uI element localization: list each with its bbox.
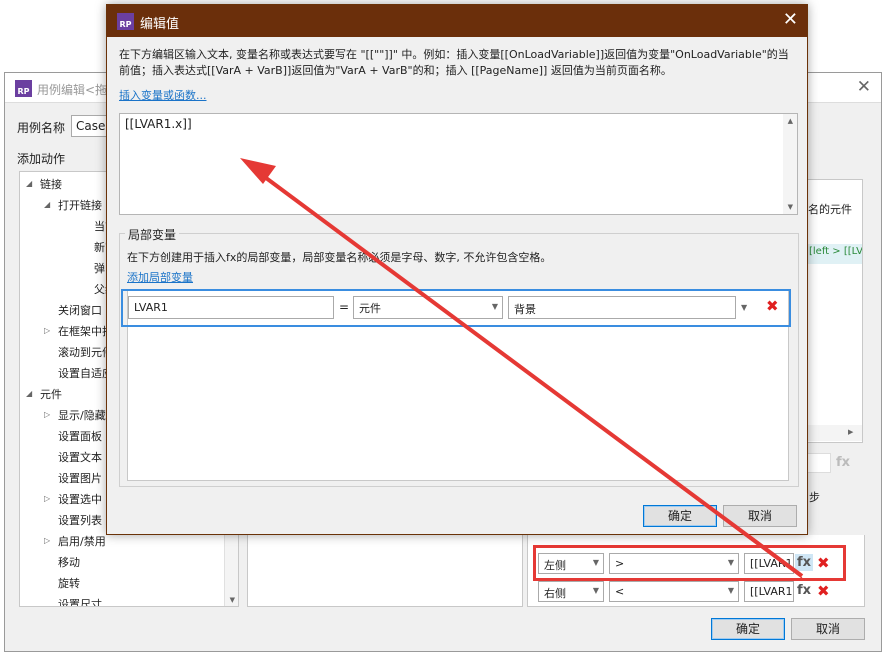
tree-item[interactable]: 设置尺寸 bbox=[58, 596, 102, 606]
chevron-down-icon: ▼ bbox=[727, 586, 734, 595]
local-variables-legend: 局部变量 bbox=[125, 226, 180, 243]
case-name-label: 用例名称 bbox=[17, 121, 66, 135]
widget-list-header: 名的元件 bbox=[808, 203, 852, 216]
add-local-variable-link[interactable]: 添加局部变量 bbox=[127, 269, 193, 285]
tree-collapsed-icon[interactable]: ▷ bbox=[44, 536, 50, 545]
tree-collapsed-icon[interactable]: ▷ bbox=[44, 326, 50, 335]
tree-expanded-icon[interactable]: ◢ bbox=[26, 389, 32, 398]
chevron-down-icon: ▼ bbox=[491, 302, 498, 311]
delete-icon[interactable]: ✖ bbox=[766, 297, 779, 315]
condition-side-select[interactable]: 右侧 ▼ bbox=[538, 581, 604, 602]
widget-list-panel[interactable] bbox=[805, 179, 863, 443]
value-input[interactable] bbox=[805, 453, 831, 473]
tree-item[interactable]: 移动 bbox=[58, 554, 80, 570]
tree-item[interactable]: 链接 bbox=[40, 176, 62, 192]
expression-text: [[LVAR1.x]] bbox=[125, 117, 192, 131]
axure-logo-icon: RP bbox=[15, 80, 32, 97]
variable-type-value: 元件 bbox=[359, 302, 381, 315]
case-editor-title: 用例编辑<拖 bbox=[37, 83, 108, 97]
chevron-down-icon: ▼ bbox=[592, 586, 599, 595]
equals-sign: = bbox=[339, 300, 350, 314]
axure-logo-icon: RP bbox=[117, 13, 134, 30]
tree-expanded-icon[interactable]: ◢ bbox=[26, 179, 32, 188]
tree-item[interactable]: 滚动到元件 bbox=[58, 344, 113, 360]
condition-operator-select[interactable]: < ▼ bbox=[609, 581, 739, 602]
tree-item[interactable]: 设置列表 bbox=[58, 512, 102, 528]
scroll-right-icon[interactable]: ▶ bbox=[848, 428, 853, 436]
tree-item[interactable]: 关闭窗口 bbox=[58, 302, 102, 318]
tree-collapsed-icon[interactable]: ▷ bbox=[44, 410, 50, 419]
horizontal-scrollbar[interactable] bbox=[806, 425, 862, 441]
close-icon[interactable]: ✕ bbox=[857, 77, 871, 97]
fx-icon[interactable]: fx bbox=[797, 583, 811, 598]
case-name-input[interactable]: Case 1 bbox=[71, 115, 111, 137]
cancel-button[interactable]: 取消 bbox=[723, 505, 797, 527]
dialog-description: 在下方编辑区输入文本, 变量名称或表达式要写在 "[[""]]" 中。例如：插入… bbox=[119, 48, 789, 77]
dialog-title: 编辑值 bbox=[140, 17, 180, 32]
variable-target-input[interactable]: 背景 bbox=[508, 296, 736, 319]
tree-item[interactable]: 元件 bbox=[40, 386, 62, 402]
condition-value-input[interactable]: [[LVAR1. bbox=[744, 581, 794, 602]
scroll-down-icon[interactable]: ▼ bbox=[788, 203, 793, 211]
edit-value-dialog: RP 编辑值 ✕ 在下方编辑区输入文本, 变量名称或表达式要写在 "[[""]]… bbox=[106, 4, 808, 535]
tree-item[interactable]: 设置自适应 bbox=[58, 365, 113, 381]
delete-icon[interactable]: ✖ bbox=[817, 582, 830, 600]
cancel-button[interactable]: 取消 bbox=[791, 618, 865, 640]
tree-item[interactable]: 在框架中打 bbox=[58, 323, 113, 339]
step-label: 步 bbox=[809, 491, 820, 504]
condition-operator-value: < bbox=[615, 585, 625, 598]
tree-item[interactable]: 打开链接 bbox=[58, 197, 102, 213]
condition-highlight-box bbox=[533, 545, 846, 581]
variable-type-select[interactable]: 元件 ▼ bbox=[353, 296, 503, 319]
scroll-down-icon[interactable]: ▼ bbox=[230, 596, 235, 604]
dialog-titlebar: RP 编辑值 ✕ bbox=[107, 5, 807, 37]
tree-item[interactable]: 启用/禁用 bbox=[58, 533, 106, 549]
tree-item[interactable]: 旋转 bbox=[58, 575, 80, 591]
configured-actions-panel[interactable] bbox=[247, 535, 523, 607]
condition-side-value: 右侧 bbox=[544, 587, 566, 600]
close-icon[interactable]: ✕ bbox=[783, 9, 798, 30]
add-action-label: 添加动作 bbox=[17, 152, 66, 166]
tree-item[interactable]: 设置文本 bbox=[58, 449, 102, 465]
textarea-scrollbar[interactable] bbox=[783, 114, 797, 214]
insert-variable-link[interactable]: 插入变量或函数... bbox=[119, 87, 207, 103]
tree-collapsed-icon[interactable]: ▷ bbox=[44, 494, 50, 503]
tree-item[interactable]: 显示/隐藏 bbox=[58, 407, 106, 423]
chevron-down-icon[interactable]: ▼ bbox=[741, 303, 747, 312]
expression-textarea[interactable]: [[LVAR1.x]] ▲ ▼ bbox=[119, 113, 798, 215]
tree-expanded-icon[interactable]: ◢ bbox=[44, 200, 50, 209]
condition-value-text: [[LVAR1. bbox=[750, 585, 794, 598]
local-variables-description: 在下方创建用于插入fx的局部变量，局部变量名称必须是字母、数字, 不允许包含空格… bbox=[127, 251, 552, 264]
tree-item[interactable]: 设置面板 bbox=[58, 428, 102, 444]
tree-item[interactable]: 设置选中 bbox=[58, 491, 102, 507]
scroll-up-icon[interactable]: ▲ bbox=[788, 117, 793, 125]
widget-list-row[interactable]: [left > [[LVA bbox=[806, 244, 862, 264]
ok-button[interactable]: 确定 bbox=[643, 505, 717, 527]
ok-button[interactable]: 确定 bbox=[711, 618, 785, 640]
fx-icon[interactable]: fx bbox=[836, 455, 850, 470]
variable-name-input[interactable]: LVAR1 bbox=[128, 296, 334, 319]
tree-item[interactable]: 设置图片 bbox=[58, 470, 102, 486]
